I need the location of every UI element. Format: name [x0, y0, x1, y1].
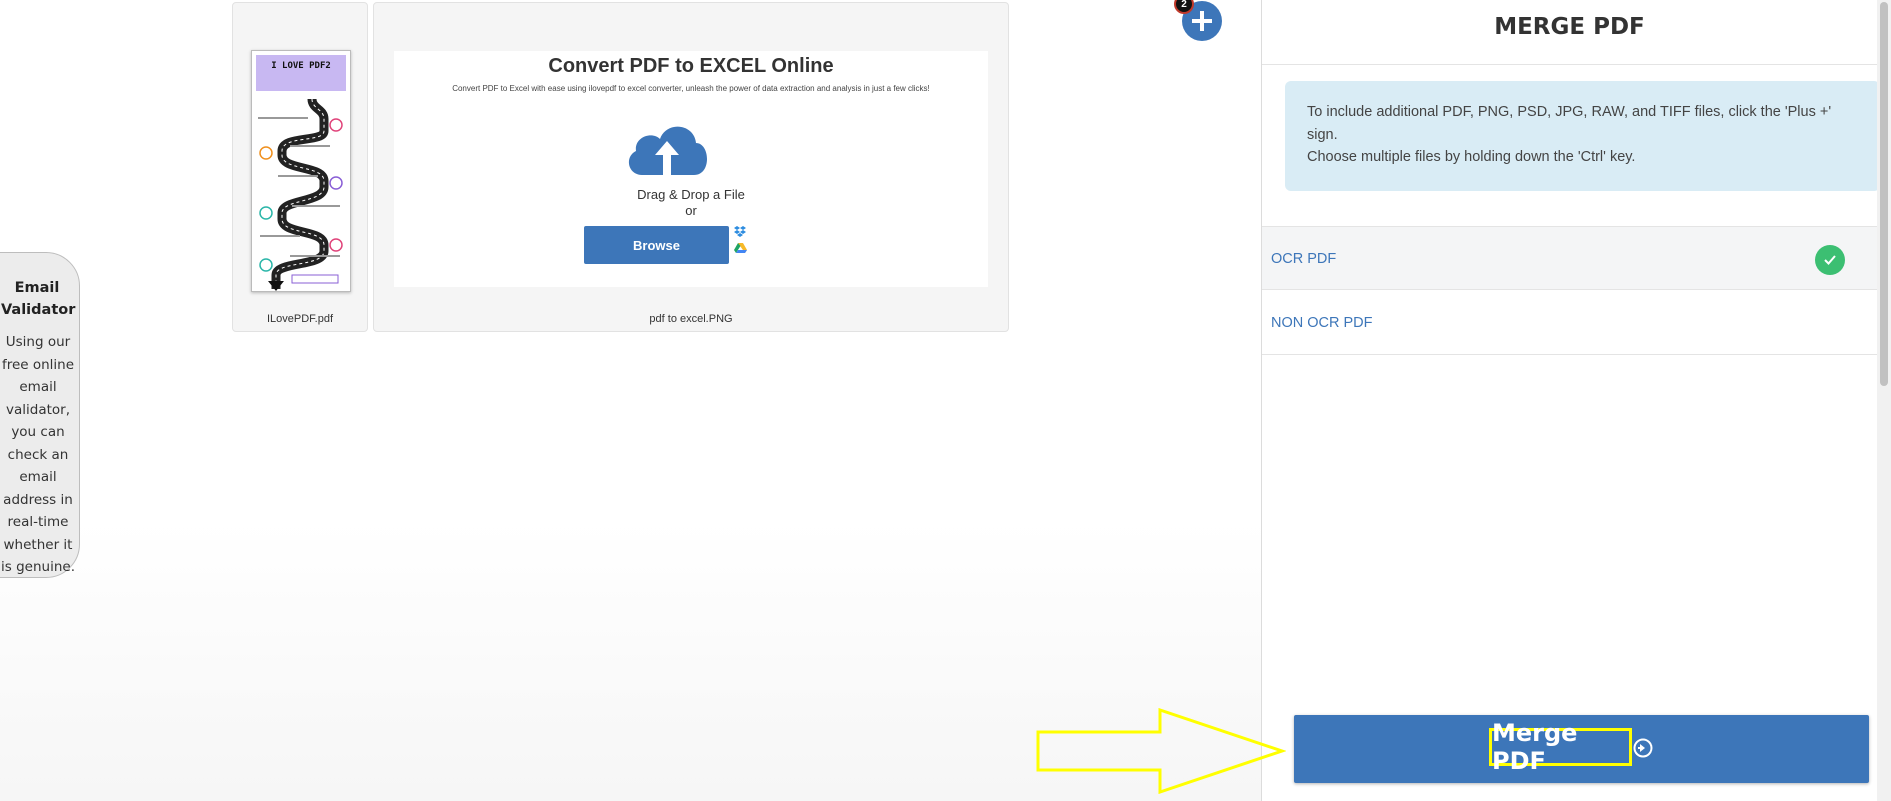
option-ocr-pdf[interactable]: OCR PDF [1262, 226, 1877, 290]
annotation-arrow [1036, 708, 1286, 794]
thumbnail-heading: Convert PDF to EXCEL Online [548, 55, 834, 77]
file-name: pdf to excel.PNG [649, 313, 733, 325]
file-card-pdf-to-excel[interactable]: Convert PDF to EXCEL Online Convert PDF … [373, 2, 1009, 332]
merge-pdf-label[interactable]: Merge PDF [1489, 719, 1632, 775]
file-card-ilovepdf[interactable]: I LOVE PDF2 ILovePDF.pdf [232, 2, 368, 332]
option-label: OCR PDF [1271, 251, 1337, 267]
file-name: ILovePDF.pdf [266, 313, 334, 325]
browse-button: Browse [584, 226, 729, 264]
thumbnail-text: Convert PDF to Excel with ease using ilo… [452, 84, 930, 93]
google-drive-icon [734, 243, 747, 253]
info-line-2: Choose multiple files by holding down th… [1307, 149, 1636, 165]
info-box: To include additional PDF, PNG, PSD, JPG… [1285, 81, 1880, 191]
panel-scrollbar[interactable] [1877, 0, 1891, 801]
cloud-upload-icon [622, 117, 712, 177]
option-non-ocr-pdf[interactable]: NON OCR PDF [1262, 291, 1877, 355]
option-label: NON OCR PDF [1271, 315, 1373, 331]
drag-drop-label: Drag & Drop a File [637, 187, 745, 202]
file-thumbnail: Convert PDF to EXCEL Online Convert PDF … [394, 51, 988, 287]
email-validator-description: Using our free online email validator, y… [1, 334, 75, 575]
arrow-circle-right-icon[interactable] [1633, 738, 1653, 758]
panel-title: MERGE PDF [1262, 0, 1877, 65]
thumbnail-title: I LOVE PDF2 [271, 61, 331, 71]
email-validator-title: Email Validator [1, 280, 76, 318]
scrollbar-thumb[interactable] [1880, 2, 1888, 386]
or-label: or [685, 203, 697, 218]
merge-panel: MERGE PDF To include additional PDF, PNG… [1261, 0, 1891, 801]
info-line-1: To include additional PDF, PNG, PSD, JPG… [1307, 104, 1832, 143]
dropbox-icon [734, 226, 746, 237]
file-thumbnail: I LOVE PDF2 [251, 50, 351, 292]
check-icon [1815, 245, 1845, 275]
email-validator-card[interactable]: Email Validator Using our free online em… [0, 252, 80, 578]
roadmap-graphic [258, 98, 343, 291]
